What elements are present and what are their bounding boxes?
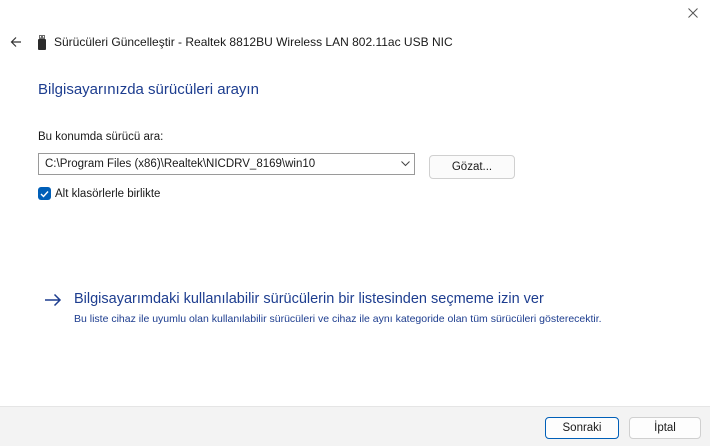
include-subfolders-label[interactable]: Alt klasörlerle birlikte: [55, 188, 160, 200]
right-arrow-icon: [45, 293, 62, 307]
chevron-down-icon: [400, 161, 410, 167]
pick-from-list-link[interactable]: Bilgisayarımdaki kullanılabilir sürücüle…: [44, 290, 634, 327]
dialog-footer: Sonraki İptal: [0, 406, 710, 446]
update-drivers-window: Sürücüleri Güncelleştir - Realtek 8812BU…: [0, 0, 710, 446]
next-button[interactable]: Sonraki: [545, 417, 619, 439]
browse-button[interactable]: Gözat...: [429, 155, 515, 179]
back-button[interactable]: [6, 32, 26, 52]
include-subfolders-option[interactable]: Alt klasörlerle birlikte: [38, 187, 160, 200]
search-location-value[interactable]: C:\Program Files (x86)\Realtek\NICDRV_81…: [39, 158, 396, 170]
cancel-button[interactable]: İptal: [629, 417, 701, 439]
usb-device-icon: [38, 34, 46, 50]
search-location-combobox[interactable]: C:\Program Files (x86)\Realtek\NICDRV_81…: [38, 153, 415, 175]
checkmark-icon: [40, 190, 49, 198]
pick-from-list-text: Bilgisayarımdaki kullanılabilir sürücüle…: [74, 290, 634, 327]
back-arrow-icon: [10, 37, 21, 47]
pick-from-list-description: Bu liste cihaz ile uyumlu olan kullanıla…: [74, 313, 602, 325]
window-title: Sürücüleri Güncelleştir - Realtek 8812BU…: [54, 35, 453, 49]
close-button[interactable]: [682, 2, 704, 24]
window-title-bar: Sürücüleri Güncelleştir - Realtek 8812BU…: [38, 33, 453, 51]
search-location-label: Bu konumda sürücü ara:: [38, 131, 164, 143]
include-subfolders-checkbox[interactable]: [38, 187, 51, 200]
dropdown-button[interactable]: [396, 154, 414, 174]
pick-from-list-title[interactable]: Bilgisayarımdaki kullanılabilir sürücüle…: [74, 290, 634, 308]
page-heading: Bilgisayarınızda sürücüleri arayın: [38, 81, 259, 98]
close-icon: [688, 8, 698, 18]
